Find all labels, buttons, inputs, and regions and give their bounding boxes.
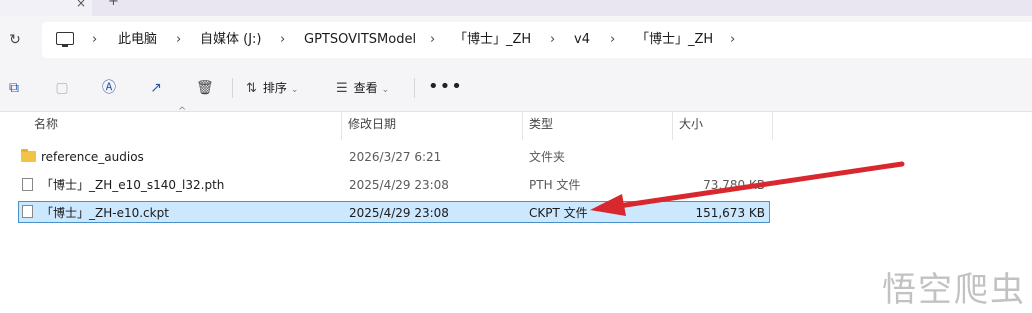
computer-icon[interactable] (56, 32, 74, 47)
breadcrumb-this-pc[interactable]: 此电脑 (118, 22, 157, 58)
view-button[interactable]: ☰ 查看 ⌄ (336, 64, 389, 112)
column-divider[interactable] (341, 112, 342, 140)
file-size: 73,780 KB (703, 178, 765, 192)
file-size: 151,673 KB (695, 206, 765, 220)
column-divider[interactable] (672, 112, 673, 140)
file-icon (22, 178, 33, 191)
folder-icon (21, 149, 36, 162)
active-tab[interactable]: × (0, 0, 92, 16)
column-divider[interactable] (522, 112, 523, 140)
address-bar[interactable]: › 此电脑 › 自媒体 (J:) › GPTSOVITSModel › 「博士」… (42, 22, 1032, 58)
file-icon (22, 205, 33, 218)
sort-icon: ⇅ (246, 81, 257, 96)
breadcrumb-folder-model[interactable]: GPTSOVITSModel (304, 22, 416, 58)
column-header-type[interactable]: 类型 (529, 116, 553, 138)
copy-icon[interactable]: ⧉ (6, 80, 22, 96)
breadcrumb-folder-current[interactable]: 「博士」_ZH (636, 22, 713, 58)
column-divider[interactable] (772, 112, 773, 140)
chevron-right-icon[interactable]: › (430, 22, 435, 58)
close-tab-button[interactable]: × (76, 0, 86, 10)
column-header-name[interactable]: 名称 (34, 116, 58, 138)
file-type: PTH 文件 (529, 178, 581, 192)
sort-ascending-icon: ^ (178, 106, 187, 117)
sort-button[interactable]: ⇅ 排序 ⌄ (246, 64, 298, 112)
file-modified: 2026/3/27 6:21 (349, 150, 442, 164)
chevron-right-icon[interactable]: › (92, 22, 97, 58)
rename-icon[interactable]: Ⓐ (101, 80, 117, 96)
tab-strip: × + (0, 0, 1032, 16)
toolbar-divider (232, 78, 233, 98)
refresh-icon[interactable]: ↻ (6, 31, 24, 49)
chevron-right-icon[interactable]: › (730, 22, 735, 58)
file-name: reference_audios (41, 150, 144, 164)
address-row: ↻ › 此电脑 › 自媒体 (J:) › GPTSOVITSModel › 「博… (0, 16, 1032, 64)
list-item[interactable]: reference_audios 2026/3/27 6:21 文件夹 (18, 146, 770, 168)
more-options-button[interactable]: ••• (428, 76, 463, 97)
breadcrumb-folder-v4[interactable]: v4 (574, 22, 590, 58)
chevron-right-icon[interactable]: › (176, 22, 181, 58)
chevron-right-icon[interactable]: › (550, 22, 555, 58)
column-header-size[interactable]: 大小 (679, 116, 703, 138)
delete-icon[interactable]: 🗑 (196, 80, 214, 96)
chevron-down-icon: ⌄ (290, 85, 299, 95)
list-item-selected[interactable]: 「博士」_ZH-e10.ckpt 2025/4/29 23:08 CKPT 文件… (18, 201, 770, 223)
breadcrumb-folder-zh[interactable]: 「博士」_ZH (454, 22, 531, 58)
share-icon[interactable]: ↗ (148, 80, 164, 96)
sort-label: 排序 (262, 81, 287, 95)
command-bar: ⧉ ▢ Ⓐ ↗ 🗑 ⇅ 排序 ⌄ ☰ 查看 ⌄ ••• (0, 64, 1032, 112)
toolbar-divider (414, 78, 415, 98)
file-type: CKPT 文件 (529, 206, 588, 220)
view-label: 查看 (353, 81, 378, 95)
chevron-right-icon[interactable]: › (280, 22, 285, 58)
new-tab-button[interactable]: + (108, 0, 119, 9)
file-name: 「博士」_ZH_e10_s140_l32.pth (41, 178, 225, 192)
paste-icon[interactable]: ▢ (54, 80, 70, 96)
breadcrumb-drive[interactable]: 自媒体 (J:) (200, 22, 262, 58)
chevron-right-icon[interactable]: › (610, 22, 615, 58)
column-header-modified[interactable]: 修改日期 (348, 116, 396, 138)
file-name: 「博士」_ZH-e10.ckpt (41, 206, 169, 220)
file-modified: 2025/4/29 23:08 (349, 206, 449, 220)
chevron-down-icon: ⌄ (381, 85, 390, 95)
view-icon: ☰ (336, 81, 348, 96)
watermark: 悟空爬虫 (882, 270, 1026, 310)
file-modified: 2025/4/29 23:08 (349, 178, 449, 192)
list-item[interactable]: 「博士」_ZH_e10_s140_l32.pth 2025/4/29 23:08… (18, 174, 770, 196)
file-type: 文件夹 (529, 150, 566, 164)
